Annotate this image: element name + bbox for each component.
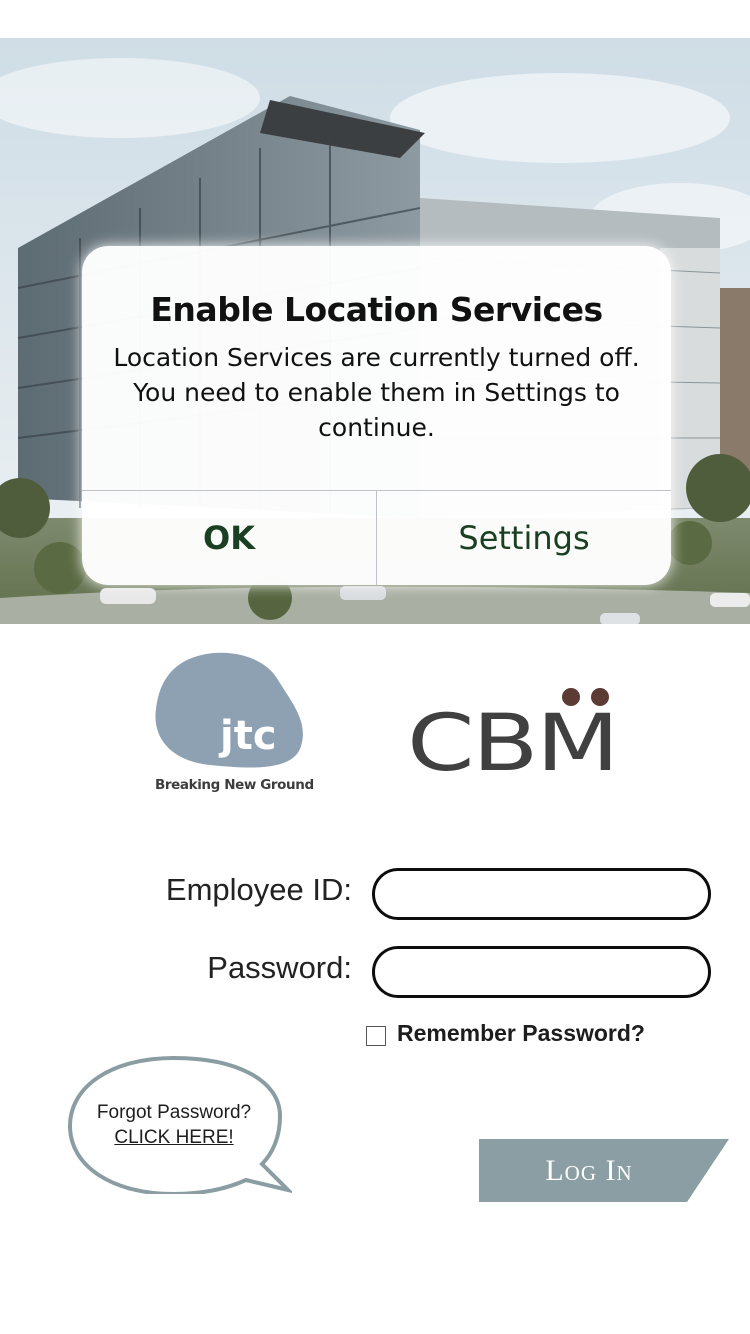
jtc-tagline: Breaking New Ground bbox=[155, 777, 314, 793]
password-label: Password: bbox=[207, 950, 352, 985]
employee-id-label: Employee ID: bbox=[165, 872, 352, 907]
alert-message: Location Services are currently turned o… bbox=[113, 343, 640, 442]
jtc-logo-text: jtc bbox=[218, 713, 277, 759]
remember-password-checkbox[interactable] bbox=[366, 1026, 386, 1046]
employee-id-input[interactable] bbox=[372, 868, 711, 920]
forgot-password-bubble[interactable]: Forgot Password? CLICK HERE! bbox=[66, 1054, 295, 1197]
login-button-label: Log In bbox=[545, 1153, 633, 1187]
alert-ok-button[interactable]: OK bbox=[82, 491, 376, 585]
alert-title: Enable Location Services bbox=[150, 290, 603, 329]
cbm-logo-text: CBM bbox=[407, 699, 617, 776]
jtc-logo: jtc Breaking New Ground bbox=[150, 645, 320, 805]
location-services-alert: Enable Location Services Location Servic… bbox=[82, 246, 671, 585]
password-input[interactable] bbox=[372, 946, 711, 998]
jtc-blob-icon: jtc bbox=[155, 652, 303, 768]
speech-bubble-icon bbox=[67, 1055, 295, 1197]
cbm-wordmark-icon: CBM bbox=[407, 688, 619, 789]
login-button[interactable]: Log In bbox=[479, 1139, 729, 1202]
cbm-logo: CBM bbox=[405, 686, 625, 789]
forgot-password-text: Forgot Password? bbox=[96, 1102, 252, 1123]
forgot-password-link[interactable]: CLICK HERE! bbox=[66, 1127, 282, 1149]
alert-settings-button[interactable]: Settings bbox=[377, 491, 671, 585]
remember-password-label[interactable]: Remember Password? bbox=[397, 1020, 645, 1047]
